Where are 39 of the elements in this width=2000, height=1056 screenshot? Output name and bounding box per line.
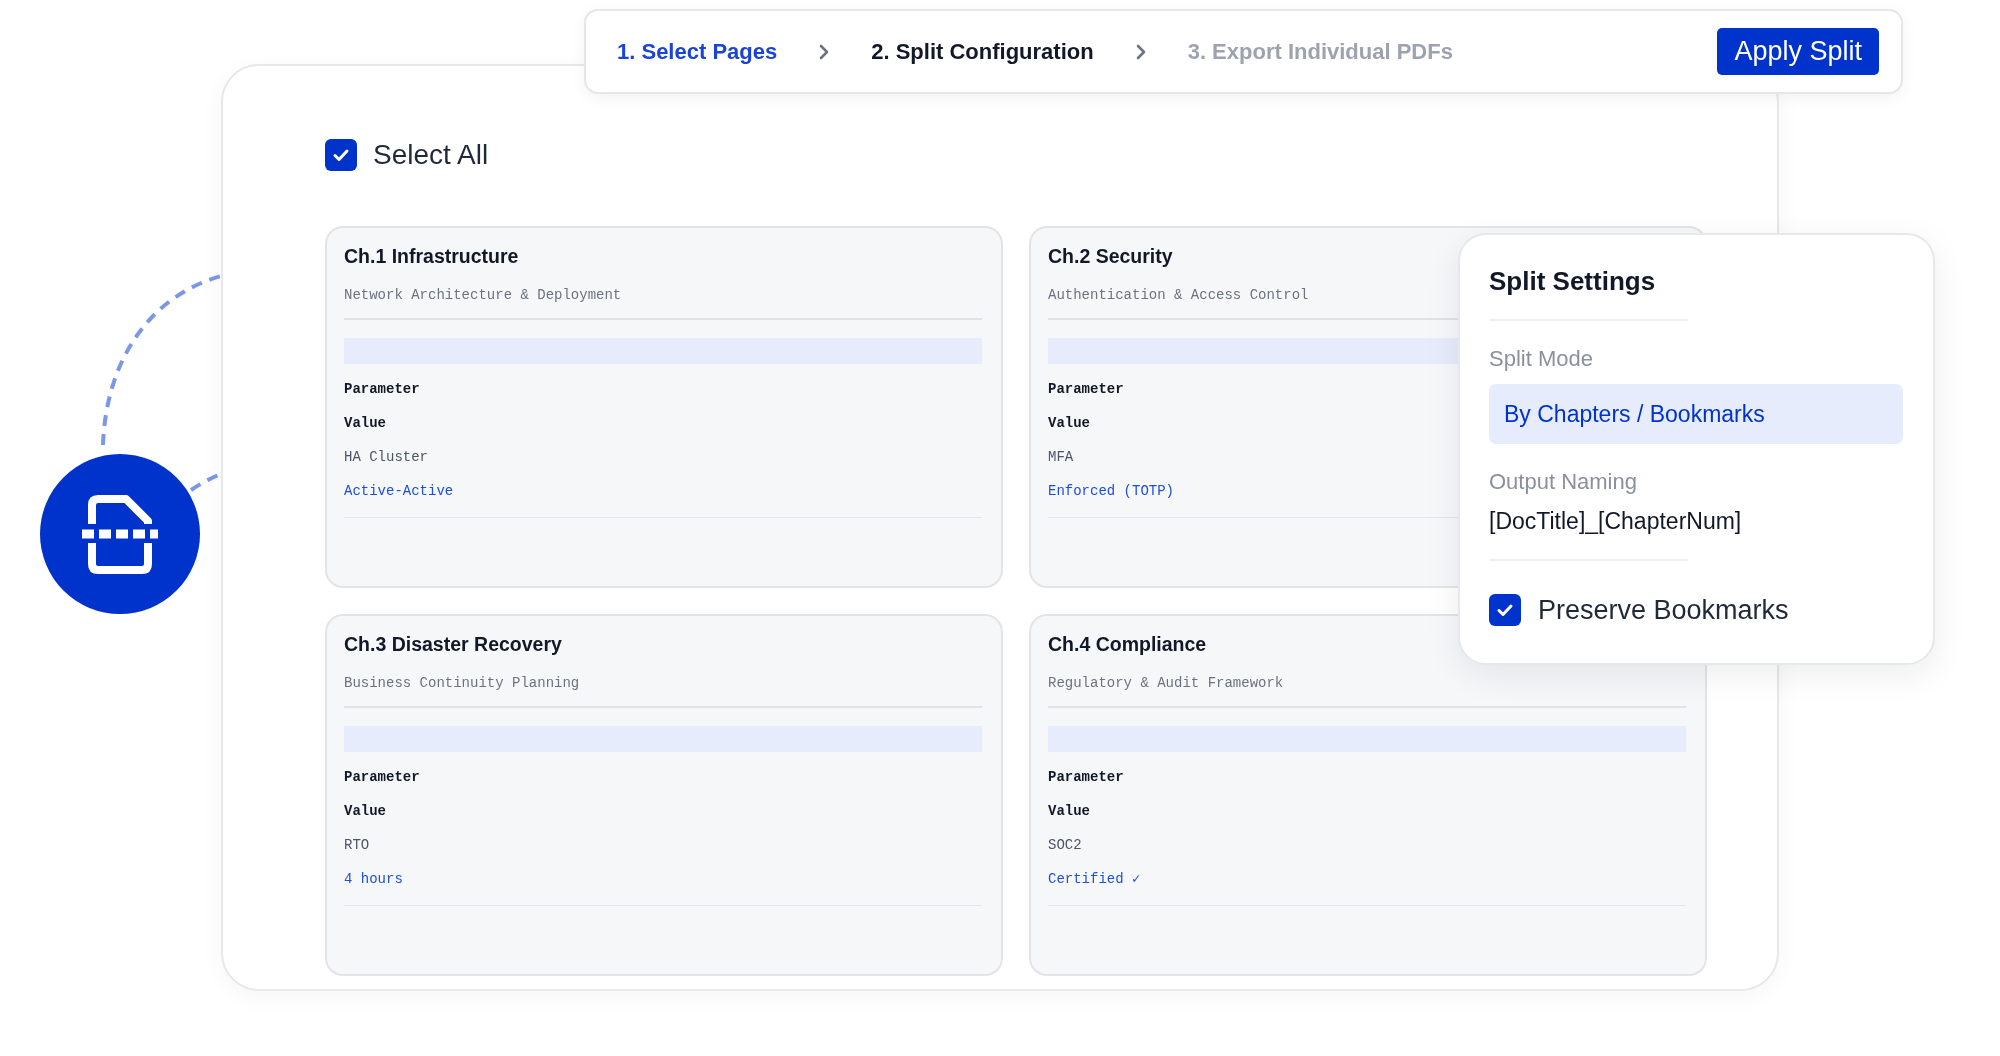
- column-header: Value: [1048, 802, 1090, 821]
- table-cell-text: Enforced (TOTP): [1048, 482, 1175, 501]
- card-title: Ch.3 Disaster Recovery: [344, 632, 562, 656]
- card-title: Ch.4 Compliance: [1048, 632, 1207, 656]
- checkbox-label: Preserve Bookmarks: [1538, 594, 1789, 626]
- table-cell-text: RTO: [344, 836, 370, 855]
- apply-split-button[interactable]: Apply Split: [1717, 28, 1879, 75]
- checkbox[interactable]: [325, 139, 357, 171]
- column-header: Parameter: [1048, 380, 1124, 399]
- table-cell-text: Active-Active: [344, 482, 454, 501]
- field-value: [DocTitle]_[ChapterNum]: [1489, 507, 1742, 536]
- step-tab[interactable]: 2. Split Configuration: [871, 38, 1094, 65]
- column-header: Parameter: [344, 768, 420, 787]
- table-cell-text: Certified ✓: [1048, 870, 1141, 889]
- chevron-right-icon: [819, 43, 830, 60]
- card-subtitle: Network Architecture & Deployment: [344, 286, 622, 305]
- split-mode-select[interactable]: By Chapters / Bookmarks: [1489, 384, 1903, 444]
- column-header: Parameter: [344, 380, 420, 399]
- checkbox-label: Select All: [373, 139, 489, 171]
- document-cut-icon: [40, 454, 200, 614]
- card-subtitle: Business Continuity Planning: [344, 674, 580, 693]
- chevron-right-icon: [1135, 43, 1146, 60]
- field-label: Split Mode: [1489, 345, 1593, 373]
- step-tab[interactable]: 1. Select Pages: [617, 38, 778, 65]
- table-cell-text: MFA: [1048, 448, 1074, 467]
- card-title: Ch.2 Security: [1048, 244, 1173, 268]
- table-cell-text: 4 hours: [344, 870, 403, 889]
- field-label: Output Naming: [1489, 468, 1637, 496]
- column-header: Value: [1048, 414, 1090, 433]
- card-subtitle: Regulatory & Audit Framework: [1048, 674, 1284, 693]
- column-header: Value: [344, 802, 386, 821]
- table-cell-text: SOC2: [1048, 836, 1082, 855]
- panel-title: Split Settings: [1489, 265, 1656, 297]
- column-header: Value: [344, 414, 386, 433]
- card-title: Ch.1 Infrastructure: [344, 244, 519, 268]
- column-header: Parameter: [1048, 768, 1124, 787]
- table-cell-text: HA Cluster: [344, 448, 428, 467]
- card-subtitle: Authentication & Access Control: [1048, 286, 1309, 305]
- checkbox[interactable]: [1489, 594, 1521, 626]
